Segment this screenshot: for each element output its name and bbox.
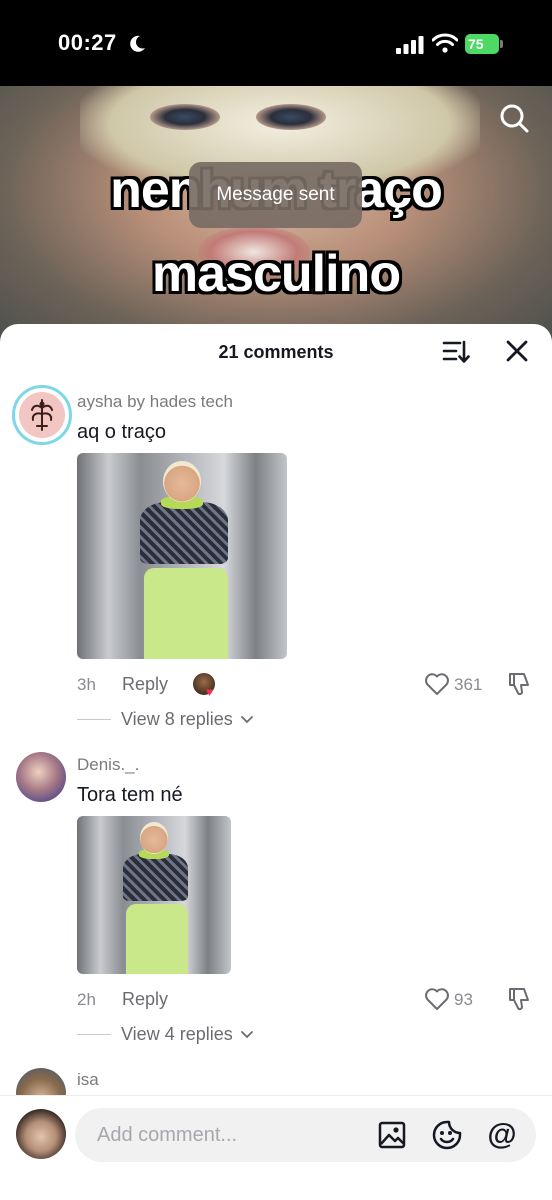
comment-time: 2h	[77, 990, 96, 1009]
replies-divider	[77, 1034, 111, 1035]
message-sent-toast: Message sent	[189, 162, 362, 228]
avatar[interactable]	[12, 385, 72, 445]
chevron-down-icon	[240, 1031, 253, 1039]
comment-input-container[interactable]: @	[75, 1108, 536, 1162]
heart-icon[interactable]	[424, 987, 450, 1011]
view-replies-label: View 8 replies	[121, 709, 233, 729]
avatar[interactable]	[16, 752, 66, 802]
comment-text: Tora tem né	[77, 784, 183, 806]
comment-input[interactable]	[97, 1108, 357, 1162]
comment-username[interactable]: Denis._.	[77, 755, 139, 775]
comment-composer: @	[0, 1095, 552, 1200]
wifi-icon	[432, 33, 458, 53]
tree-logo-icon	[31, 399, 53, 431]
signal-icon	[396, 36, 424, 54]
view-replies-label: View 4 replies	[121, 1024, 233, 1044]
replies-divider	[77, 719, 111, 720]
comment-username[interactable]: isa	[77, 1070, 99, 1090]
heart-icon[interactable]	[424, 672, 450, 696]
status-bar: 00:27 75	[0, 0, 552, 86]
my-avatar	[16, 1109, 66, 1159]
comments-sheet: 21 comments aysha by hades tech aq o tra…	[0, 324, 552, 1200]
heart-badge-icon: ♥	[206, 685, 214, 699]
close-icon[interactable]	[504, 338, 530, 364]
comment-time: 3h	[77, 675, 96, 694]
view-replies-button[interactable]: View 4 replies	[121, 1024, 254, 1045]
status-time: 00:27	[58, 30, 117, 55]
search-icon[interactable]	[498, 102, 530, 134]
battery-icon: 75	[465, 34, 503, 54]
dislike-icon[interactable]	[506, 671, 532, 697]
chevron-down-icon	[240, 716, 253, 724]
like-count: 93	[454, 990, 473, 1009]
battery-level: 75	[468, 36, 484, 52]
like-count: 361	[454, 675, 483, 694]
reply-button[interactable]: Reply	[122, 989, 168, 1010]
comment-image[interactable]	[77, 453, 287, 659]
video-caption-line-2: masculino	[151, 245, 401, 303]
reply-button[interactable]: Reply	[122, 674, 168, 695]
sort-icon[interactable]	[442, 338, 470, 366]
image-icon[interactable]	[377, 1120, 407, 1150]
dislike-icon[interactable]	[506, 986, 532, 1012]
comment-username[interactable]: aysha by hades tech	[77, 392, 233, 412]
view-replies-button[interactable]: View 8 replies	[121, 709, 254, 730]
comment-image[interactable]	[77, 816, 231, 974]
mention-icon[interactable]: @	[485, 1116, 519, 1154]
moon-icon	[130, 35, 145, 52]
emoji-icon[interactable]	[431, 1119, 463, 1151]
comment-text: aq o traço	[77, 421, 166, 443]
